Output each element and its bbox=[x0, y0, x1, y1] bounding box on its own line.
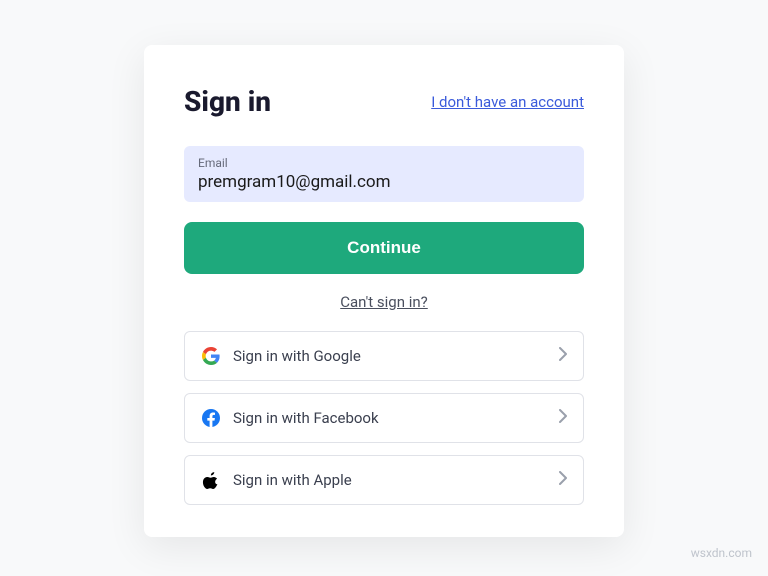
chevron-right-icon bbox=[559, 471, 567, 489]
email-field[interactable]: Email bbox=[184, 146, 584, 202]
apple-button-left: Sign in with Apple bbox=[201, 470, 352, 490]
facebook-signin-button[interactable]: Sign in with Facebook bbox=[184, 393, 584, 443]
apple-icon bbox=[201, 470, 221, 490]
google-signin-button[interactable]: Sign in with Google bbox=[184, 331, 584, 381]
page-title: Sign in bbox=[184, 85, 271, 118]
chevron-right-icon bbox=[559, 347, 567, 365]
watermark: wsxdn.com bbox=[691, 546, 752, 560]
google-icon bbox=[201, 346, 221, 366]
apple-button-label: Sign in with Apple bbox=[233, 471, 352, 489]
email-label: Email bbox=[198, 156, 570, 170]
google-button-left: Sign in with Google bbox=[201, 346, 361, 366]
header-row: Sign in I don't have an account bbox=[184, 85, 584, 118]
facebook-button-label: Sign in with Facebook bbox=[233, 409, 379, 427]
chevron-right-icon bbox=[559, 409, 567, 427]
cant-signin-link[interactable]: Can't sign in? bbox=[340, 293, 428, 311]
continue-button[interactable]: Continue bbox=[184, 222, 584, 274]
cant-signin-row: Can't sign in? bbox=[184, 292, 584, 311]
facebook-icon bbox=[201, 408, 221, 428]
email-input[interactable] bbox=[198, 172, 570, 192]
apple-signin-button[interactable]: Sign in with Apple bbox=[184, 455, 584, 505]
no-account-link[interactable]: I don't have an account bbox=[431, 93, 584, 111]
facebook-button-left: Sign in with Facebook bbox=[201, 408, 379, 428]
google-button-label: Sign in with Google bbox=[233, 347, 361, 365]
signin-card: Sign in I don't have an account Email Co… bbox=[144, 45, 624, 537]
